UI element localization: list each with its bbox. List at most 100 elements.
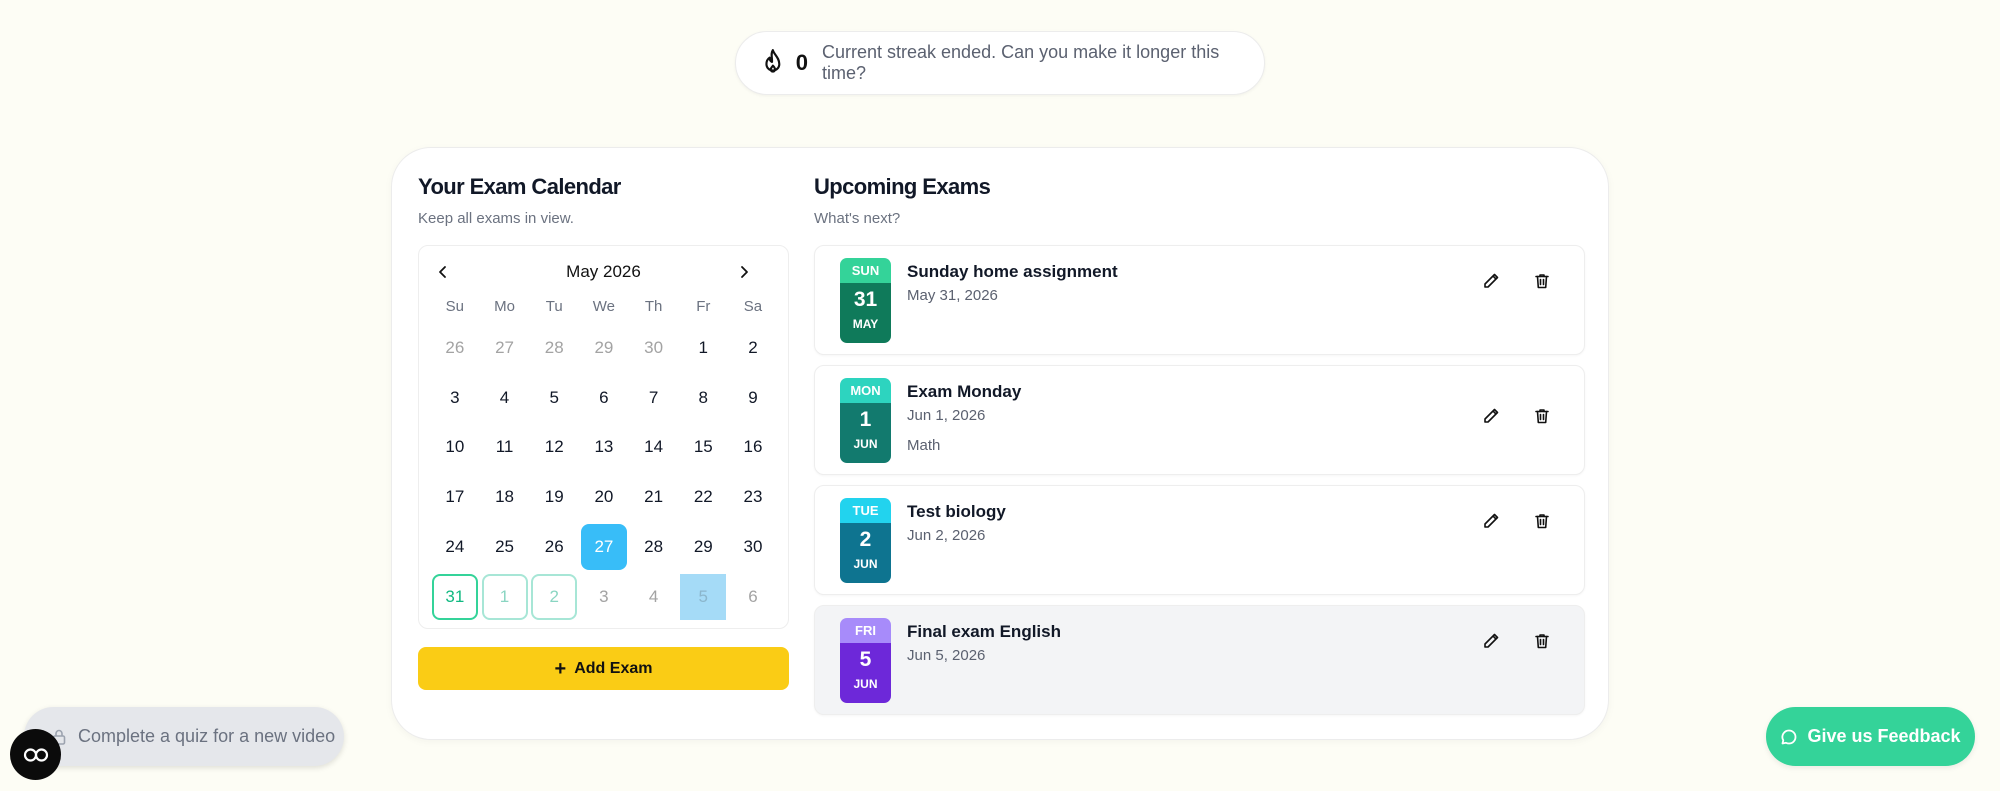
calendar-day-exam[interactable]: 5 <box>680 573 727 620</box>
weekday-label: Mo <box>494 298 515 315</box>
calendar-day[interactable]: 22 <box>678 472 728 522</box>
exam-badge-month: JUN <box>853 677 878 691</box>
exam-badge-month: MAY <box>852 317 879 331</box>
calendar-day[interactable]: 25 <box>480 522 530 572</box>
calendar-day[interactable]: 29 <box>678 522 728 572</box>
next-month-button[interactable] <box>734 262 754 282</box>
calendar-day[interactable]: 6 <box>728 572 778 622</box>
weekday-label: Th <box>644 298 663 315</box>
streak-banner: 0 Current streak ended. Can you make it … <box>735 31 1265 95</box>
calendar-day[interactable]: 23 <box>728 472 778 522</box>
calendar-day[interactable]: 8 <box>678 373 728 423</box>
calendar-day[interactable]: 27 <box>480 323 530 373</box>
calendar-day[interactable]: 4 <box>480 373 530 423</box>
weekday-label: We <box>592 298 616 315</box>
calendar-day[interactable]: 21 <box>629 472 679 522</box>
calendar-day[interactable]: 3 <box>579 572 629 622</box>
calendar-day[interactable]: 18 <box>480 472 530 522</box>
exam-title: Final exam English <box>907 622 1061 641</box>
edit-exam-button[interactable] <box>1480 405 1502 427</box>
calendar-day-exam[interactable]: 31 <box>431 573 478 620</box>
exam-card: Your Exam Calendar Keep all exams in vie… <box>391 147 1609 740</box>
delete-exam-button[interactable] <box>1531 270 1553 292</box>
streak-count: 0 <box>795 50 808 75</box>
calendar-day[interactable]: 26 <box>430 323 480 373</box>
pencil-icon <box>1484 273 1499 288</box>
exam-title: Test biology <box>907 502 1006 521</box>
flame-icon <box>765 49 781 73</box>
add-exam-button[interactable]: + Add Exam <box>418 647 789 690</box>
edit-exam-button[interactable] <box>1480 270 1502 292</box>
trash-icon <box>1535 274 1549 289</box>
accessibility-toggle-button[interactable] <box>10 729 61 780</box>
calendar-day-exam[interactable]: 2 <box>531 573 578 620</box>
calendar-day[interactable]: 15 <box>678 423 728 473</box>
exam-badge-month: JUN <box>853 557 878 571</box>
calendar-nav: May 2026 <box>419 246 788 298</box>
accessibility-icon <box>23 747 48 762</box>
calendar-day[interactable]: 17 <box>430 472 480 522</box>
calendar-day[interactable]: 5 <box>529 373 579 423</box>
trash-icon <box>1535 409 1549 424</box>
calendar-day[interactable]: 10 <box>430 423 480 473</box>
exam-badge-day: 1 <box>859 408 872 431</box>
calendar-day[interactable]: 30 <box>728 522 778 572</box>
exam-badge-weekday: FRI <box>840 618 891 643</box>
exam-date-badge: MON 1 JUN <box>840 378 891 463</box>
chevron-right-icon <box>741 266 748 278</box>
calendar-subtitle: Keep all exams in view. <box>418 210 574 227</box>
quiz-prompt-label: Complete a quiz for a new video <box>78 726 336 746</box>
exam-title: Exam Monday <box>907 382 1022 401</box>
calendar-day[interactable]: 28 <box>629 522 679 572</box>
exam-date: Jun 1, 2026 <box>907 407 986 424</box>
exam-list-item[interactable]: MON 1 JUN Exam Monday Jun 1, 2026 Math <box>814 365 1585 475</box>
calendar-day[interactable]: 14 <box>629 423 679 473</box>
calendar-day[interactable]: 20 <box>579 472 629 522</box>
weekday-label: Fr <box>696 298 711 315</box>
calendar-day[interactable]: 16 <box>728 423 778 473</box>
calendar-day[interactable]: 19 <box>529 472 579 522</box>
exam-date-badge: SUN 31 MAY <box>840 258 891 343</box>
exam-badge-weekday: MON <box>840 378 891 403</box>
weekday-label: Su <box>445 298 465 315</box>
calendar-day[interactable]: 4 <box>629 572 679 622</box>
calendar-day[interactable]: 29 <box>579 323 629 373</box>
calendar-day[interactable]: 2 <box>728 323 778 373</box>
calendar-day[interactable]: 6 <box>579 373 629 423</box>
delete-exam-button[interactable] <box>1531 630 1553 652</box>
add-exam-label: Add Exam <box>574 659 653 677</box>
calendar-day-exam[interactable]: 1 <box>481 573 528 620</box>
exam-title: Sunday home assignment <box>907 262 1118 281</box>
plus-icon: + <box>554 657 567 680</box>
calendar-day[interactable]: 13 <box>579 423 629 473</box>
calendar-day[interactable]: 9 <box>728 373 778 423</box>
give-feedback-button[interactable]: Give us Feedback <box>1766 707 1975 766</box>
quiz-prompt[interactable]: Complete a quiz for a new video <box>24 707 344 766</box>
edit-exam-button[interactable] <box>1480 510 1502 532</box>
exam-badge-weekday: SUN <box>840 258 891 283</box>
exam-date: Jun 2, 2026 <box>907 527 986 544</box>
calendar-day[interactable]: 30 <box>629 323 679 373</box>
calendar-day[interactable]: 3 <box>430 373 480 423</box>
exam-list-item[interactable]: SUN 31 MAY Sunday home assignment May 31… <box>814 245 1585 355</box>
edit-exam-button[interactable] <box>1480 630 1502 652</box>
calendar-day-today[interactable]: 27 <box>580 524 627 571</box>
upcoming-header: Upcoming Exams What's next? <box>814 174 1584 227</box>
calendar-day[interactable]: 1 <box>678 323 728 373</box>
calendar-day[interactable]: 28 <box>529 323 579 373</box>
chat-bubble-icon <box>1781 729 1797 744</box>
exam-list-item[interactable]: TUE 2 JUN Test biology Jun 2, 2026 <box>814 485 1585 595</box>
weekday-label: Tu <box>545 298 563 315</box>
calendar-day[interactable]: 24 <box>430 522 480 572</box>
exam-list-item[interactable]: FRI 5 JUN Final exam English Jun 5, 2026 <box>814 605 1585 715</box>
trash-icon <box>1535 514 1549 529</box>
delete-exam-button[interactable] <box>1531 510 1553 532</box>
calendar-day[interactable]: 26 <box>529 522 579 572</box>
prev-month-button[interactable] <box>433 262 453 282</box>
weekday-label: Sa <box>743 298 763 315</box>
calendar-day[interactable]: 7 <box>629 373 679 423</box>
upcoming-subtitle: What's next? <box>814 210 901 227</box>
delete-exam-button[interactable] <box>1531 405 1553 427</box>
calendar-day[interactable]: 12 <box>529 423 579 473</box>
calendar-day[interactable]: 11 <box>480 423 530 473</box>
